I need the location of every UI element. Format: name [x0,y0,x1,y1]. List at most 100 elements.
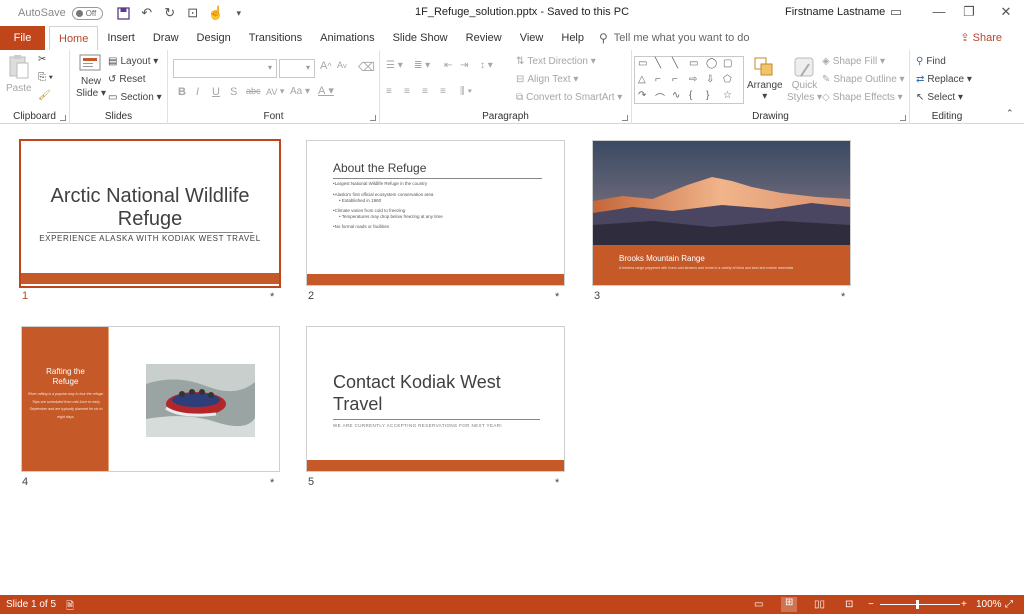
slide-thumbnail-1[interactable]: Arctic National Wildlife Refuge EXPERIENC… [19,139,281,288]
transition-icon-4[interactable]: * [270,477,274,489]
zoom-slider[interactable] [880,604,960,605]
bullets-icon[interactable]: ☰ ▾ [386,60,403,71]
new-slide-button[interactable]: New Slide ▾ [76,54,106,100]
tab-slideshow[interactable]: Slide Show [384,26,457,50]
font-name-select[interactable]: ▾ [173,59,277,78]
underline-button[interactable]: U [212,86,220,98]
font-color-button[interactable]: A ▾ [318,84,334,97]
tab-view[interactable]: View [511,26,553,50]
fit-to-window-icon[interactable]: ⤢ [1005,599,1013,610]
status-bar: Slide 1 of 5 🗎 ▭ ⊞ ▯▯ ⊡ − + 100% ⤢ [0,595,1024,614]
clear-formatting-icon[interactable]: ⌫ [358,60,375,74]
cut-icon[interactable]: ✂ [38,54,46,65]
undo-icon[interactable]: ↶ [138,4,156,22]
wave-shape-icon: ∿ [672,90,681,101]
tab-transitions[interactable]: Transitions [240,26,311,50]
shapes-gallery[interactable]: ▭ ╲ ╲ ▭ ◯ ▢ △ ⌐ ⌐ ⇨ ⇩ ⬠ ↷ ⌒ ∿ {} ☆ [634,56,744,105]
paste-button[interactable]: Paste [6,54,32,94]
slide-thumbnail-4[interactable]: Rafting the Refuge River rafting is a pop… [21,326,280,472]
transition-icon-2[interactable]: * [555,291,559,303]
zoom-level[interactable]: 100% [976,599,1002,610]
shape-outline-button[interactable]: ✎ Shape Outline ▾ [822,74,905,85]
slide-show-view-icon[interactable]: ⊡ [845,599,853,610]
redo-icon[interactable]: ↻ [161,4,179,22]
close-icon[interactable]: ✕ [997,4,1015,22]
increase-indent-icon[interactable]: ⇥ [460,60,468,71]
change-case-button[interactable]: Aa ▾ [290,86,310,97]
numbering-icon[interactable]: ≣ ▾ [414,60,430,71]
shape-effects-button[interactable]: ◇ Shape Effects ▾ [822,92,903,103]
tab-help[interactable]: Help [552,26,593,50]
grow-font-icon[interactable]: A ^ [320,60,332,72]
new-slide-icon [79,54,101,71]
format-painter-icon[interactable]: 🖌 [38,90,51,101]
tab-insert[interactable]: Insert [98,26,144,50]
find-button[interactable]: ⚲ Find [916,56,946,67]
columns-icon[interactable]: ⫼ ▾ [460,86,472,97]
collapse-ribbon-icon[interactable]: ⌃ [1006,108,1014,119]
align-text-button[interactable]: ⊟ Align Text ▾ [516,74,578,85]
character-spacing-button[interactable]: AV ▾ [266,86,284,97]
line-spacing-icon[interactable]: ↕ ▾ [480,60,493,71]
text-direction-button[interactable]: ⇅ Text Direction ▾ [516,56,596,67]
slide-thumbnail-2[interactable]: About the Refuge •Largest National Wildl… [306,140,565,286]
slide-thumbnail-3[interactable]: Brooks Mountain Range A treeless range p… [592,140,851,286]
arrange-button[interactable]: Arrange ▾ [747,56,783,102]
tab-design[interactable]: Design [188,26,240,50]
tab-review[interactable]: Review [457,26,511,50]
minimize-icon[interactable]: — [930,4,948,22]
align-right-icon[interactable]: ≡ [422,86,428,97]
font-launcher-icon[interactable] [370,115,376,121]
transition-icon-1[interactable]: * [270,291,274,303]
save-icon[interactable] [115,4,133,22]
replace-button[interactable]: ⇄ Replace ▾ [916,74,972,85]
shape-fill-button[interactable]: ◈ Shape Fill ▾ [822,56,885,67]
tab-animations[interactable]: Animations [311,26,383,50]
text-shadow-button[interactable]: S [230,86,237,98]
slide-sorter-view-icon[interactable]: ⊞ [781,597,798,612]
drawing-launcher-icon[interactable] [900,115,906,121]
zoom-in-icon[interactable]: + [961,599,967,610]
normal-view-icon[interactable]: ▭ [754,599,763,610]
tab-file[interactable]: File [0,26,45,50]
transition-icon-3[interactable]: * [841,291,845,303]
italic-button[interactable]: I [196,86,199,98]
tell-me-box[interactable]: ⚲ Tell me what you want to do [599,26,750,50]
transition-icon-5[interactable]: * [555,477,559,489]
align-left-icon[interactable]: ≡ [386,86,392,97]
restore-icon[interactable]: ❐ [960,4,978,22]
reading-view-icon[interactable]: ▯▯ [814,599,825,610]
zoom-out-icon[interactable]: − [868,599,874,610]
copy-icon[interactable]: ⎘ ▾ [38,72,53,83]
touch-mode-icon[interactable]: ☝ [207,4,225,22]
tab-home[interactable]: Home [49,26,99,50]
share-button[interactable]: ⇪ Share [960,31,1002,44]
rafting-photo [146,364,255,437]
autosave-toggle[interactable]: Off [71,6,103,20]
user-name[interactable]: Firstname Lastname [785,6,885,18]
select-button[interactable]: ↖ Select ▾ [916,92,963,103]
start-from-beginning-icon[interactable]: ⊡ [184,4,202,22]
ribbon-display-options-icon[interactable]: ▭ [887,4,905,22]
tab-draw[interactable]: Draw [144,26,188,50]
section-button[interactable]: ▭ Section ▾ [108,92,162,103]
strikethrough-button[interactable]: abc [246,86,261,96]
quick-styles-button[interactable]: Quick Styles ▾ [787,56,822,104]
align-center-icon[interactable]: ≡ [404,86,410,97]
notes-status-icon[interactable]: 🗎 [66,599,74,616]
layout-button[interactable]: ▤ Layout ▾ [108,56,158,67]
paragraph-launcher-icon[interactable] [622,115,628,121]
justify-icon[interactable]: ≡ [440,86,446,97]
clipboard-group: Paste ✂ ⎘ ▾ 🖌 Clipboard [0,50,70,124]
shrink-font-icon[interactable]: Av [337,60,347,70]
customize-qat-icon[interactable]: ▾ [230,4,248,22]
reset-button[interactable]: ↺ Reset [108,74,146,85]
font-size-select[interactable]: ▾ [279,59,315,78]
slide-thumbnail-5[interactable]: Contact Kodiak West Travel WE ARE CURRENT… [306,326,565,472]
zoom-slider-thumb[interactable] [916,600,919,609]
clipboard-launcher-icon[interactable] [60,115,66,121]
bold-button[interactable]: B [178,86,186,98]
decrease-indent-icon[interactable]: ⇤ [444,60,452,71]
slide-number-2: 2 [308,290,315,302]
convert-smartart-button[interactable]: ⧉ Convert to SmartArt ▾ [516,92,622,103]
